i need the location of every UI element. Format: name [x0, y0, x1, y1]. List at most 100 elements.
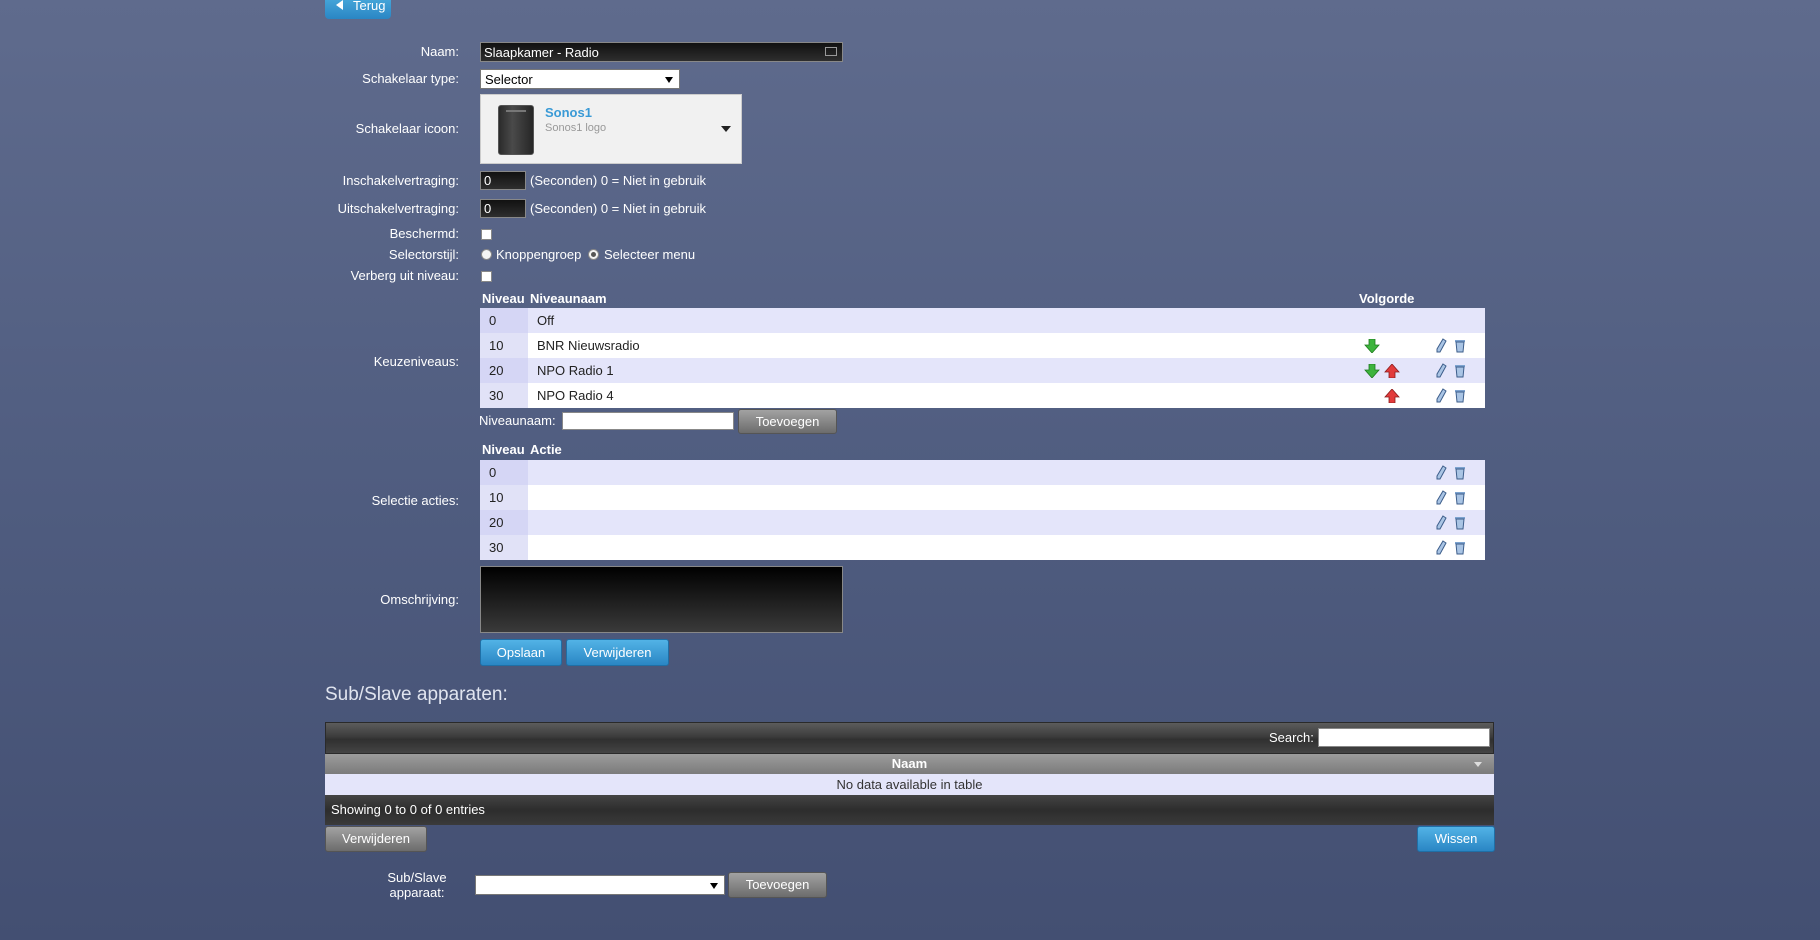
- protected-checkbox[interactable]: [481, 229, 492, 240]
- on-delay-label: Inschakelvertraging:: [342, 173, 459, 188]
- trash-icon[interactable]: [1454, 363, 1466, 378]
- datatable-info: Showing 0 to 0 of 0 entries: [325, 795, 1494, 825]
- switch-icon-label: Schakelaar icoon:: [355, 121, 459, 136]
- style-menu-label: Selecteer menu: [604, 247, 696, 262]
- hide-off-label: Verberg uit niveau:: [350, 268, 459, 283]
- column-header-name[interactable]: Naam: [325, 754, 1494, 774]
- arrow-up-icon[interactable]: [1384, 364, 1400, 378]
- trash-icon[interactable]: [1454, 465, 1466, 480]
- search-label: Search:: [1269, 730, 1314, 745]
- save-button[interactable]: Opslaan: [480, 639, 562, 666]
- style-menu-radio[interactable]: [588, 249, 599, 260]
- level-value: 10: [480, 333, 528, 358]
- actions-header-action: Actie: [530, 442, 562, 457]
- actions-label: Selectie acties:: [371, 493, 459, 508]
- style-buttons-label: Knoppengroep: [496, 247, 582, 262]
- chevron-down-icon: [665, 77, 673, 83]
- table-row: 0: [480, 460, 1485, 485]
- back-button-label: Terug: [353, 0, 386, 13]
- arrow-up-icon[interactable]: [1384, 389, 1400, 403]
- sub-slave-title: Sub/Slave apparaten:: [325, 684, 508, 705]
- chevron-down-icon: [710, 883, 718, 889]
- column-header-label: Naam: [891, 756, 928, 771]
- pencil-icon[interactable]: [1435, 388, 1447, 403]
- level-value: 30: [480, 383, 528, 408]
- back-arrow-icon: [336, 0, 343, 10]
- pencil-icon[interactable]: [1435, 490, 1447, 505]
- action-level: 20: [480, 510, 528, 535]
- switch-type-value: Selector: [485, 72, 533, 87]
- table-row: 0 Off: [480, 308, 1485, 333]
- search-input[interactable]: [1318, 728, 1490, 747]
- sub-device-label-line1: Sub/Slave: [387, 870, 447, 885]
- style-buttons-radio[interactable]: [481, 249, 492, 260]
- back-button[interactable]: Terug: [325, 0, 391, 19]
- arrow-down-icon[interactable]: [1364, 339, 1380, 353]
- level-name-input[interactable]: [562, 412, 734, 430]
- on-delay-input[interactable]: [480, 171, 526, 190]
- table-row: 20: [480, 510, 1485, 535]
- table-row: 20 NPO Radio 1: [480, 358, 1485, 383]
- trash-icon[interactable]: [1454, 388, 1466, 403]
- sub-delete-button[interactable]: Verwijderen: [325, 826, 427, 852]
- delete-button[interactable]: Verwijderen: [566, 639, 669, 666]
- pencil-icon[interactable]: [1435, 540, 1447, 555]
- level-name: NPO Radio 1: [537, 363, 614, 378]
- off-delay-label: Uitschakelvertraging:: [337, 201, 459, 216]
- name-input[interactable]: [480, 42, 843, 62]
- on-delay-hint: (Seconden) 0 = Niet in gebruik: [530, 173, 706, 188]
- table-row: 30: [480, 535, 1485, 560]
- pencil-icon[interactable]: [1435, 515, 1447, 530]
- speaker-icon: [498, 105, 534, 155]
- switch-type-select[interactable]: Selector: [480, 69, 680, 89]
- caret-down-icon: [721, 126, 731, 132]
- add-sub-device-button[interactable]: Toevoegen: [728, 872, 827, 898]
- pencil-icon[interactable]: [1435, 338, 1447, 353]
- hide-off-checkbox[interactable]: [481, 271, 492, 282]
- empty-row: No data available in table: [325, 774, 1494, 795]
- level-value: 20: [480, 358, 528, 383]
- sub-device-label-line2: apparaat:: [389, 885, 445, 900]
- sort-icon: [1474, 762, 1482, 767]
- action-level: 30: [480, 535, 528, 560]
- datatable-toolbar: Search:: [325, 722, 1494, 754]
- trash-icon[interactable]: [1454, 515, 1466, 530]
- icon-title: Sonos1: [545, 105, 592, 120]
- level-value: 0: [480, 308, 528, 333]
- clear-button[interactable]: Wissen: [1417, 826, 1495, 852]
- levels-header-order: Volgorde: [1359, 291, 1415, 306]
- table-row: 10: [480, 485, 1485, 510]
- switch-icon-picker[interactable]: Sonos1 Sonos1 logo: [480, 94, 742, 164]
- level-name: NPO Radio 4: [537, 388, 614, 403]
- trash-icon[interactable]: [1454, 338, 1466, 353]
- description-label: Omschrijving:: [380, 592, 459, 607]
- sub-device-select[interactable]: [475, 875, 725, 895]
- table-row: 30 NPO Radio 4: [480, 383, 1485, 408]
- levels-header-name: Niveaunaam: [530, 291, 607, 306]
- add-level-button[interactable]: Toevoegen: [738, 409, 837, 434]
- table-row: 10 BNR Nieuwsradio: [480, 333, 1485, 358]
- description-textarea[interactable]: [480, 566, 843, 633]
- arrow-down-icon[interactable]: [1364, 364, 1380, 378]
- pencil-icon[interactable]: [1435, 363, 1447, 378]
- levels-table: 0 Off 10 BNR Nieuwsradio 20 NPO Radio 1 …: [480, 308, 1485, 408]
- trash-icon[interactable]: [1454, 490, 1466, 505]
- actions-header-level: Niveau: [482, 442, 525, 457]
- switch-type-label: Schakelaar type:: [362, 71, 459, 86]
- contact-card-icon: [825, 47, 837, 56]
- icon-subtitle: Sonos1 logo: [545, 122, 607, 134]
- sub-device-label: Sub/Slave apparaat:: [380, 870, 454, 900]
- pencil-icon[interactable]: [1435, 465, 1447, 480]
- action-level: 10: [480, 485, 528, 510]
- action-level: 0: [480, 460, 528, 485]
- off-delay-hint: (Seconden) 0 = Niet in gebruik: [530, 201, 706, 216]
- selector-style-label: Selectorstijl:: [388, 247, 459, 262]
- level-name: Off: [537, 313, 555, 328]
- actions-table: 0 10 20 30: [480, 460, 1485, 560]
- trash-icon[interactable]: [1454, 540, 1466, 555]
- name-label: Naam:: [420, 44, 459, 59]
- levels-header-level: Niveau: [482, 291, 525, 306]
- off-delay-input[interactable]: [480, 199, 526, 218]
- protected-label: Beschermd:: [389, 226, 459, 241]
- level-name-label: Niveaunaam:: [479, 413, 556, 428]
